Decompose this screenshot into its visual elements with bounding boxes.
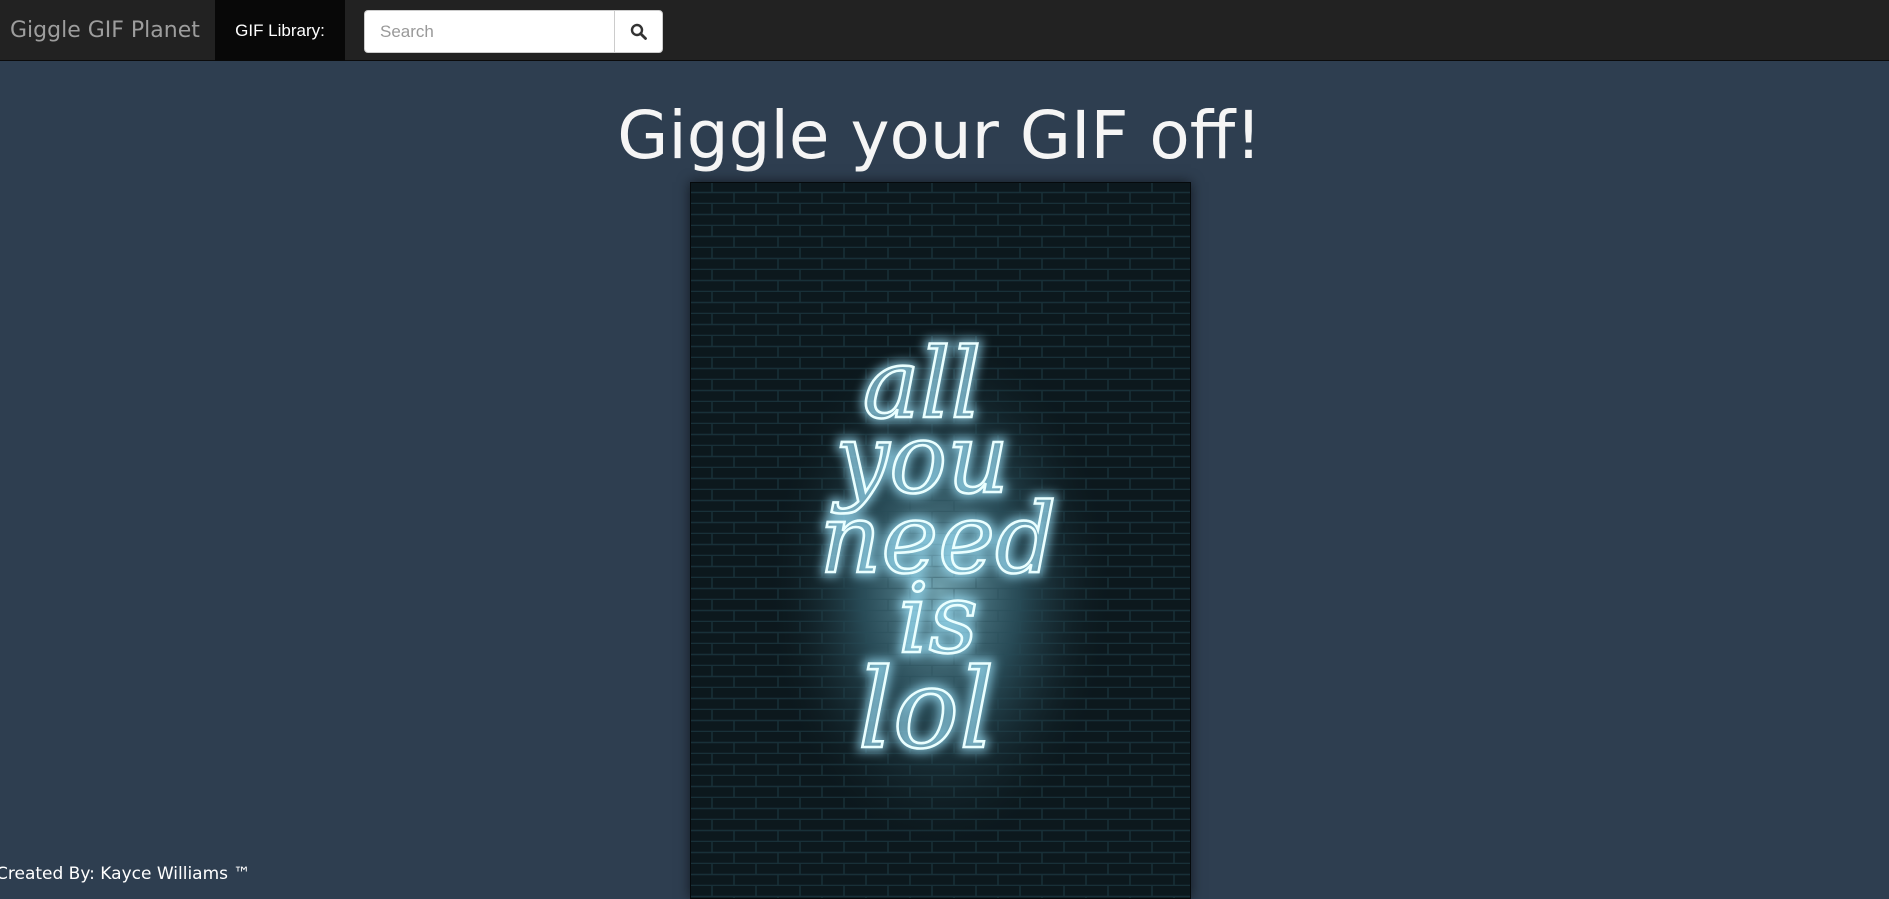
neon-sign-image: all you need is lol all you need is lol	[690, 182, 1191, 899]
footer-credit: Created By: Kayce Williams ™	[0, 864, 251, 884]
neon-word: lol	[858, 645, 995, 773]
page-title: Giggle your GIF off!	[617, 97, 1262, 174]
search-button[interactable]	[614, 10, 663, 53]
search-input[interactable]	[364, 10, 614, 53]
brand-link[interactable]: Giggle GIF Planet	[10, 0, 200, 61]
top-navbar: Giggle GIF Planet GIF Library:	[0, 0, 1889, 61]
search-form	[364, 10, 663, 53]
neon-wall-picture: all you need is lol all you need is lol	[690, 182, 1191, 899]
search-icon	[630, 23, 647, 40]
nav-gif-library[interactable]: GIF Library:	[215, 0, 345, 61]
